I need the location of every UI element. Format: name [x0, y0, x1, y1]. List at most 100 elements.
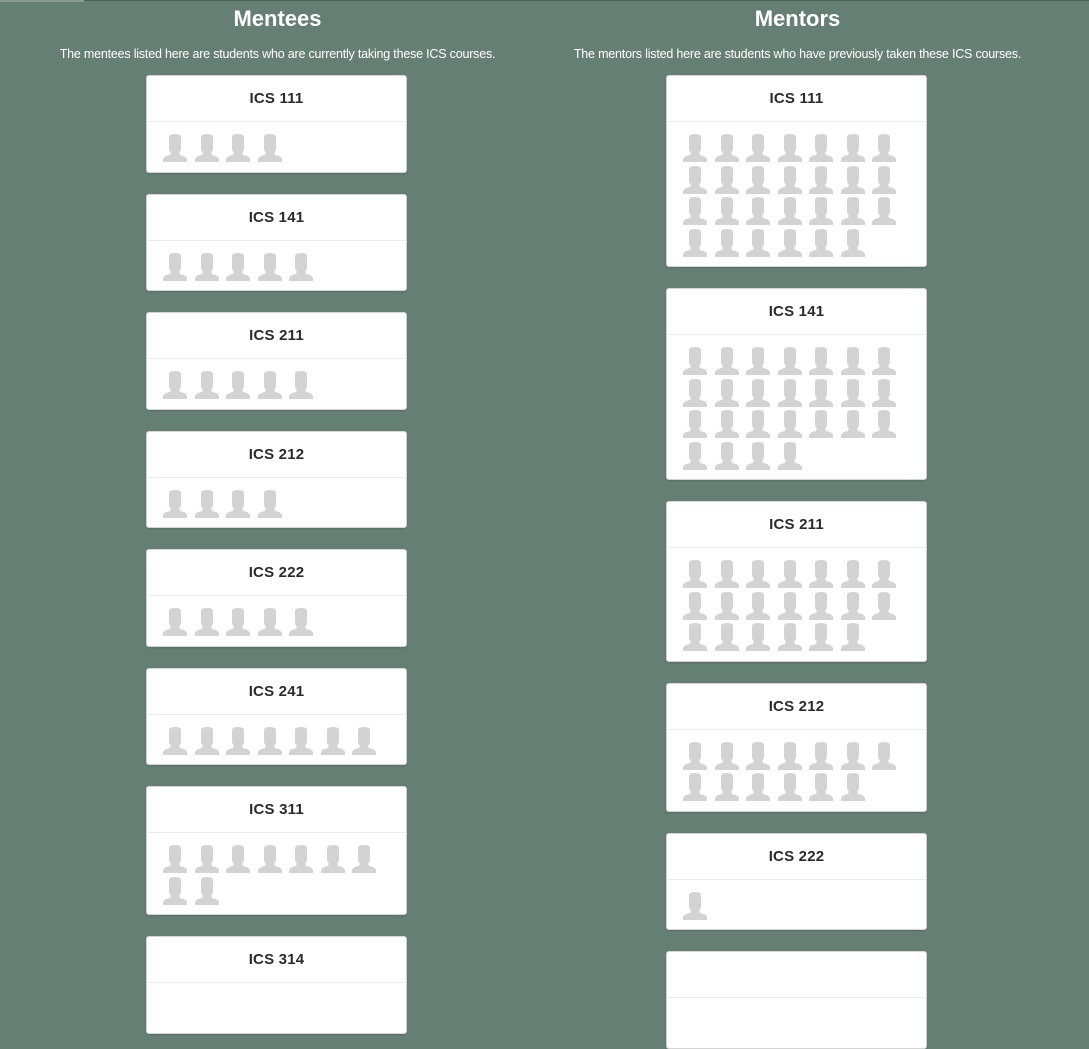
- user-silhouette-icon[interactable]: [287, 371, 319, 403]
- user-silhouette-icon[interactable]: [839, 560, 871, 592]
- user-silhouette-icon[interactable]: [161, 489, 193, 522]
- user-silhouette-icon[interactable]: [161, 726, 193, 759]
- user-silhouette-icon[interactable]: [681, 773, 713, 805]
- user-silhouette-icon[interactable]: [681, 441, 713, 474]
- user-silhouette-icon[interactable]: [256, 371, 288, 403]
- user-silhouette-icon[interactable]: [870, 591, 902, 624]
- user-silhouette-icon[interactable]: [681, 228, 713, 261]
- user-silhouette-icon[interactable]: [776, 134, 808, 166]
- user-silhouette-icon[interactable]: [681, 347, 713, 379]
- user-silhouette-icon[interactable]: [224, 845, 256, 877]
- mentees-course-card[interactable]: ICS 241: [146, 667, 407, 765]
- mentees-course-card[interactable]: ICS 141: [146, 193, 407, 291]
- user-silhouette-icon[interactable]: [870, 134, 902, 166]
- user-silhouette-icon[interactable]: [744, 441, 776, 474]
- user-silhouette-icon[interactable]: [161, 876, 193, 909]
- user-silhouette-icon[interactable]: [193, 726, 225, 759]
- user-silhouette-icon[interactable]: [256, 134, 288, 166]
- user-silhouette-icon[interactable]: [681, 623, 713, 655]
- user-silhouette-icon[interactable]: [807, 347, 839, 379]
- user-silhouette-icon[interactable]: [224, 726, 256, 759]
- user-silhouette-icon[interactable]: [713, 228, 745, 261]
- user-silhouette-icon[interactable]: [287, 252, 319, 285]
- user-silhouette-icon[interactable]: [193, 608, 225, 640]
- user-silhouette-icon[interactable]: [807, 197, 839, 229]
- user-silhouette-icon[interactable]: [870, 197, 902, 229]
- user-silhouette-icon[interactable]: [681, 134, 713, 166]
- user-silhouette-icon[interactable]: [681, 741, 713, 774]
- user-silhouette-icon[interactable]: [713, 347, 745, 379]
- user-silhouette-icon[interactable]: [256, 489, 288, 522]
- mentees-course-card[interactable]: ICS 211: [146, 312, 407, 410]
- user-silhouette-icon[interactable]: [713, 441, 745, 474]
- user-silhouette-icon[interactable]: [224, 608, 256, 640]
- mentors-course-card[interactable]: ICS 222: [666, 832, 927, 930]
- user-silhouette-icon[interactable]: [681, 560, 713, 592]
- user-silhouette-icon[interactable]: [807, 623, 839, 655]
- user-silhouette-icon[interactable]: [287, 608, 319, 640]
- user-silhouette-icon[interactable]: [807, 134, 839, 166]
- user-silhouette-icon[interactable]: [256, 608, 288, 640]
- user-silhouette-icon[interactable]: [807, 560, 839, 592]
- user-silhouette-icon[interactable]: [681, 165, 713, 198]
- user-silhouette-icon[interactable]: [839, 741, 871, 774]
- mentors-course-card[interactable]: ICS 141: [666, 288, 927, 480]
- user-silhouette-icon[interactable]: [744, 347, 776, 379]
- mentors-course-card[interactable]: ICS 211: [666, 501, 927, 662]
- user-silhouette-icon[interactable]: [193, 252, 225, 285]
- user-silhouette-icon[interactable]: [839, 773, 871, 805]
- user-silhouette-icon[interactable]: [713, 410, 745, 442]
- user-silhouette-icon[interactable]: [224, 489, 256, 522]
- user-silhouette-icon[interactable]: [776, 591, 808, 624]
- user-silhouette-icon[interactable]: [256, 252, 288, 285]
- user-silhouette-icon[interactable]: [870, 741, 902, 774]
- user-silhouette-icon[interactable]: [839, 410, 871, 442]
- user-silhouette-icon[interactable]: [161, 608, 193, 640]
- user-silhouette-icon[interactable]: [193, 371, 225, 403]
- user-silhouette-icon[interactable]: [870, 378, 902, 411]
- user-silhouette-icon[interactable]: [839, 347, 871, 379]
- user-silhouette-icon[interactable]: [807, 410, 839, 442]
- user-silhouette-icon[interactable]: [776, 165, 808, 198]
- user-silhouette-icon[interactable]: [713, 623, 745, 655]
- user-silhouette-icon[interactable]: [193, 489, 225, 522]
- user-silhouette-icon[interactable]: [776, 197, 808, 229]
- user-silhouette-icon[interactable]: [681, 591, 713, 624]
- user-silhouette-icon[interactable]: [681, 410, 713, 442]
- user-silhouette-icon[interactable]: [681, 378, 713, 411]
- mentees-course-card[interactable]: ICS 311: [146, 786, 407, 915]
- user-silhouette-icon[interactable]: [839, 228, 871, 261]
- user-silhouette-icon[interactable]: [161, 252, 193, 285]
- user-silhouette-icon[interactable]: [256, 726, 288, 759]
- user-silhouette-icon[interactable]: [807, 378, 839, 411]
- user-silhouette-icon[interactable]: [807, 591, 839, 624]
- user-silhouette-icon[interactable]: [744, 741, 776, 774]
- user-silhouette-icon[interactable]: [744, 410, 776, 442]
- user-silhouette-icon[interactable]: [287, 726, 319, 759]
- user-silhouette-icon[interactable]: [193, 134, 225, 166]
- user-silhouette-icon[interactable]: [776, 623, 808, 655]
- user-silhouette-icon[interactable]: [193, 845, 225, 877]
- user-silhouette-icon[interactable]: [744, 378, 776, 411]
- user-silhouette-icon[interactable]: [713, 741, 745, 774]
- user-silhouette-icon[interactable]: [870, 165, 902, 198]
- user-silhouette-icon[interactable]: [744, 165, 776, 198]
- user-silhouette-icon[interactable]: [807, 773, 839, 805]
- mentees-course-card[interactable]: ICS 222: [146, 549, 407, 647]
- user-silhouette-icon[interactable]: [744, 228, 776, 261]
- mentors-course-card[interactable]: [666, 951, 927, 1049]
- mentors-course-card[interactable]: ICS 111: [666, 75, 927, 267]
- user-silhouette-icon[interactable]: [776, 560, 808, 592]
- user-silhouette-icon[interactable]: [807, 228, 839, 261]
- user-silhouette-icon[interactable]: [161, 134, 193, 166]
- user-silhouette-icon[interactable]: [744, 134, 776, 166]
- user-silhouette-icon[interactable]: [713, 378, 745, 411]
- user-silhouette-icon[interactable]: [744, 560, 776, 592]
- mentees-course-card[interactable]: ICS 212: [146, 430, 407, 528]
- user-silhouette-icon[interactable]: [161, 845, 193, 877]
- user-silhouette-icon[interactable]: [839, 378, 871, 411]
- user-silhouette-icon[interactable]: [713, 773, 745, 805]
- user-silhouette-icon[interactable]: [161, 371, 193, 403]
- user-silhouette-icon[interactable]: [350, 845, 382, 877]
- user-silhouette-icon[interactable]: [839, 197, 871, 229]
